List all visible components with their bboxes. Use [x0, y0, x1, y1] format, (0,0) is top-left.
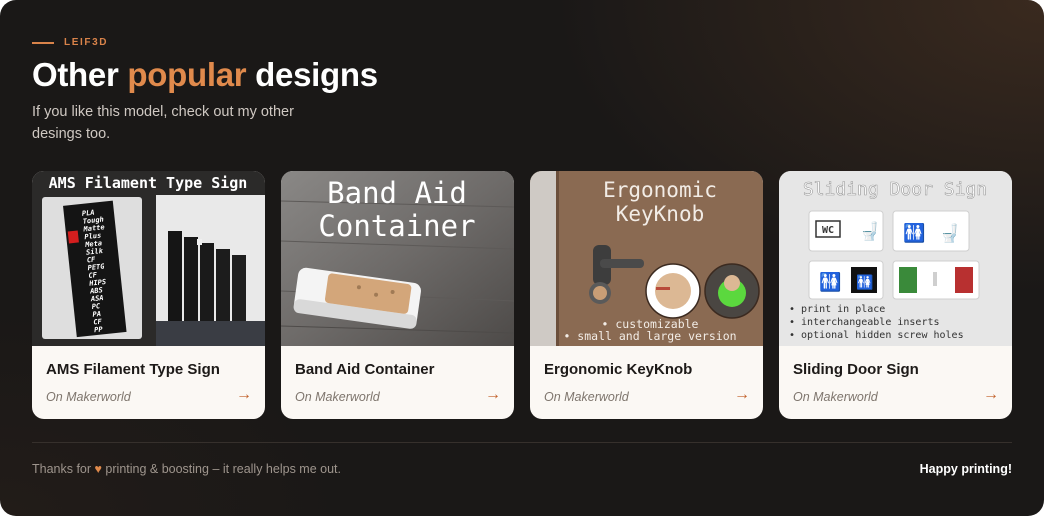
card-image: Ergonomic KeyKnob • customizable • small… — [530, 171, 763, 346]
restroom-icon: 🚻 — [856, 274, 873, 291]
toilet-icon: 🚽 — [939, 223, 960, 244]
arrow-right-icon[interactable]: → — [983, 386, 999, 404]
card-title[interactable]: Ergonomic KeyKnob — [544, 361, 692, 378]
brand-eyebrow: LEIF3D — [32, 37, 108, 48]
eyebrow-line — [32, 41, 54, 44]
image-line-1: Ergonomic — [603, 178, 717, 202]
page-title: Other popular designs — [32, 56, 378, 94]
card-title[interactable]: AMS Filament Type Sign — [46, 361, 220, 378]
arrow-right-icon[interactable]: → — [734, 386, 750, 404]
restroom-icon: 🚻 — [903, 222, 925, 244]
arrow-right-icon[interactable]: → — [236, 386, 252, 404]
card-title[interactable]: Sliding Door Sign — [793, 361, 919, 378]
subtitle: If you like this model, check out my oth… — [32, 104, 294, 142]
footer-thanks: Thanks for ♥ printing & boosting – it re… — [32, 462, 341, 476]
card-source: On Makerworld — [793, 390, 878, 404]
design-card-sliding-door-sign[interactable]: Sliding Door Sign WC 🚽 🚻 🚽 🚻 🚻 • print i… — [779, 171, 1012, 419]
image-line-1: Band Aid — [327, 176, 467, 210]
image-line-2: Container — [318, 209, 475, 243]
footer-text-2: printing & boosting – it really helps me… — [101, 462, 341, 476]
keyknob-illustration: Ergonomic KeyKnob • customizable • small… — [530, 171, 763, 346]
band-aid-illustration: Band Aid Container — [281, 171, 514, 346]
design-card-ams-filament-sign[interactable]: AMS Filament Type Sign PLA Tough Matte Plus… — [32, 171, 265, 419]
image-heading: AMS Filament Type Sign — [49, 174, 248, 192]
card-source: On Makerworld — [544, 390, 629, 404]
restroom-icon: 🚻 — [819, 271, 841, 293]
footer-signoff: Happy printing! — [919, 462, 1012, 476]
wc-label: WC — [822, 225, 834, 236]
image-line-2: KeyKnob — [616, 202, 705, 226]
card-image: Band Aid Container — [281, 171, 514, 346]
popular-designs-panel: LEIF3D Other popular designs If you like… — [0, 0, 1044, 516]
footer-divider — [32, 442, 1012, 443]
feature-bullet: • optional hidden screw holes — [789, 330, 964, 341]
card-image: AMS Filament Type Sign PLA Tough Matte Plus… — [32, 171, 265, 346]
card-source: On Makerworld — [295, 390, 380, 404]
design-card-ergonomic-keyknob[interactable]: Ergonomic KeyKnob • customizable • small… — [530, 171, 763, 419]
title-accent: popular — [127, 56, 247, 93]
feature-bullet: • interchangeable inserts — [789, 317, 940, 328]
card-source: On Makerworld — [46, 390, 131, 404]
toilet-icon: 🚽 — [859, 221, 880, 242]
card-body: Ergonomic KeyKnob On Makerworld → — [530, 346, 763, 419]
filament-label: PP — [94, 325, 104, 334]
image-note-2: • small and large version — [563, 329, 736, 343]
heart-icon: ♥ — [94, 462, 102, 476]
door-sign-illustration: Sliding Door Sign WC 🚽 🚻 🚽 🚻 🚻 • print i… — [779, 171, 1012, 346]
title-part-2: designs — [246, 56, 378, 93]
card-body: AMS Filament Type Sign On Makerworld → — [32, 346, 265, 419]
ams-sign-illustration: AMS Filament Type Sign PLAToughMattePlus… — [32, 171, 265, 346]
design-card-band-aid-container[interactable]: Band Aid Container Band Aid Container On… — [281, 171, 514, 419]
brand-label: LEIF3D — [64, 37, 109, 48]
footer-text-1: Thanks for — [32, 462, 95, 476]
arrow-right-icon[interactable]: → — [485, 386, 501, 404]
card-body: Sliding Door Sign On Makerworld → — [779, 346, 1012, 419]
card-image: Sliding Door Sign WC 🚽 🚻 🚽 🚻 🚻 • print i… — [779, 171, 1012, 346]
title-part-1: Other — [32, 56, 128, 93]
feature-bullet: • print in place — [789, 304, 885, 315]
card-body: Band Aid Container On Makerworld → — [281, 346, 514, 419]
card-title[interactable]: Band Aid Container — [295, 361, 434, 378]
image-heading: Sliding Door Sign — [803, 179, 987, 200]
